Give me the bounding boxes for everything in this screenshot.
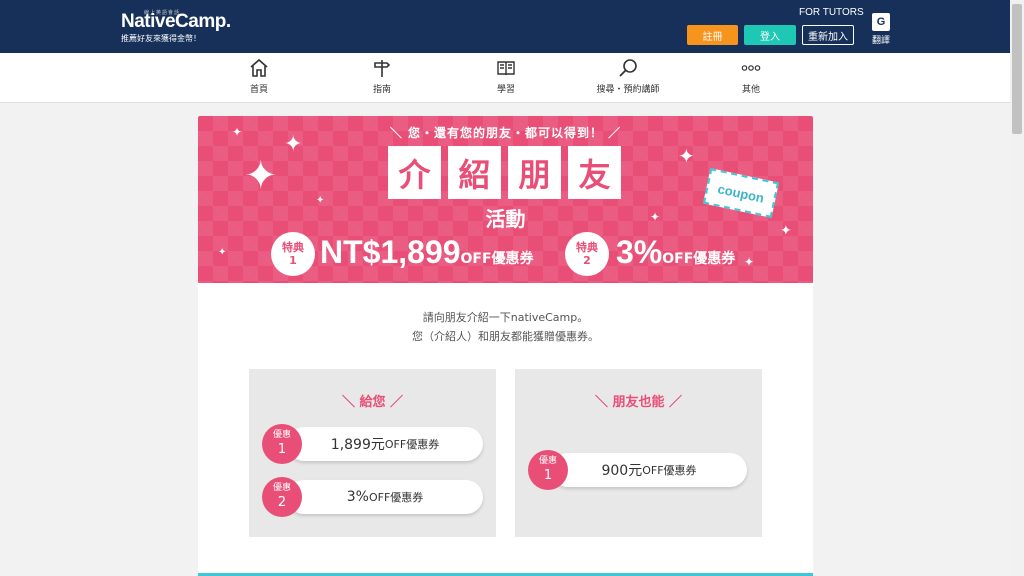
logo-subtitle: 推薦好友來獲得金幣！ xyxy=(121,34,201,43)
benefit-badge-num: 2 xyxy=(277,494,287,510)
perk-value: NT$1,899 xyxy=(320,234,461,270)
benefit-badge-num: 1 xyxy=(277,441,287,457)
benefit-badge-2: 優惠 2 xyxy=(262,477,302,517)
benefit-suffix: OFF優惠券 xyxy=(642,464,697,477)
banner-title-char: 介 xyxy=(388,146,441,199)
nav-item-learn[interactable]: 學習 xyxy=(466,58,546,95)
register-button[interactable]: 註冊 xyxy=(687,25,738,45)
perk-badge-num: 1 xyxy=(289,254,297,267)
banner-headline: ＼ 您・還有您的朋友・都可以得到！ ／ xyxy=(389,126,622,140)
banner-subtitle: 活動 xyxy=(485,207,526,231)
benefit-badge-label: 優惠 xyxy=(272,483,291,494)
banner-title-char: 友 xyxy=(568,146,621,199)
search-icon xyxy=(619,59,637,77)
benefit-value: 1,899元 xyxy=(330,437,385,453)
benefit-badge-num: 1 xyxy=(543,467,553,483)
nav-item-search[interactable]: 搜尋・預約講師 xyxy=(588,58,668,95)
benefit-suffix: OFF優惠券 xyxy=(368,491,424,504)
perk-text-2: 3%OFF優惠券 xyxy=(616,234,735,271)
banner-title: 介 紹 朋 友 xyxy=(388,146,621,199)
panel-title-friend: ＼ 朋友也能 ／ xyxy=(594,395,683,410)
rejoin-button[interactable]: 重新加入 xyxy=(802,25,854,45)
benefit-badge-1: 優惠 1 xyxy=(262,424,302,464)
nav-label-learn: 學習 xyxy=(496,85,515,95)
campaign-banner: ✦ ✦ ✦ ✦ ✦ ✦ ✦ ✦ ✦ ＼ 您・還有您的朋友・都可以得到！ ／ 介 … xyxy=(198,116,813,283)
perk-value: 3% xyxy=(616,234,663,270)
nav-item-guide[interactable]: 指南 xyxy=(342,58,422,95)
translate-label: 翻譯 xyxy=(871,36,890,46)
nav-label-home: 首頁 xyxy=(249,85,268,95)
logo-native: Native xyxy=(121,11,176,32)
sparkle-icon: ✦ xyxy=(244,153,278,199)
benefit-pill-2: 3% OFF優惠券 xyxy=(287,480,483,514)
nav-label-search: 搜尋・預約講師 xyxy=(596,85,660,95)
page-scrollbar[interactable] xyxy=(1010,0,1024,576)
perk-text-1: NT$1,899OFF優惠券 xyxy=(320,234,534,271)
panel-title-you: ＼ 給您 ／ xyxy=(341,395,404,410)
benefit-badge-label: 優惠 xyxy=(538,456,557,467)
logo[interactable]: NativeCamp. xyxy=(121,11,231,33)
benefits-for-you-panel: ＼ 給您 ／ 1,899元 OFF優惠券 優惠 1 3% OFF優惠券 優惠 2 xyxy=(249,369,496,537)
perk-suffix: OFF優惠券 xyxy=(662,251,736,267)
perk-badge-1: 特典 1 xyxy=(271,232,315,276)
friend-benefit-pill-1: 900元 OFF優惠券 xyxy=(551,453,747,487)
home-icon xyxy=(250,58,268,77)
referral-card: ✦ ✦ ✦ ✦ ✦ ✦ ✦ ✦ ✦ ＼ 您・還有您的朋友・都可以得到！ ／ 介 … xyxy=(198,116,813,576)
benefit-value: 3% xyxy=(346,489,369,505)
intro-line-1: 請向朋友介紹一下nativeCamp。 xyxy=(422,311,589,324)
logo-camp: Camp. xyxy=(175,11,231,32)
nav-item-more[interactable]: 其他 xyxy=(711,58,791,95)
login-button[interactable]: 登入 xyxy=(744,25,796,45)
sparkle-icon: ✦ xyxy=(678,144,695,168)
nav-label-more: 其他 xyxy=(741,85,760,95)
perk-badge-2: 特典 2 xyxy=(565,232,609,276)
benefit-badge-label: 優惠 xyxy=(272,430,291,441)
nav-item-home[interactable]: 首頁 xyxy=(219,58,299,95)
benefit-suffix: OFF優惠券 xyxy=(384,438,440,451)
benefit-pill-1: 1,899元 OFF優惠券 xyxy=(287,427,483,461)
sparkle-icon: ✦ xyxy=(744,255,755,269)
for-tutors-link[interactable]: FOR TUTORS xyxy=(799,7,864,18)
benefit-value: 900元 xyxy=(601,463,643,479)
top-header: 線上英語會話 NativeCamp. 推薦好友來獲得金幣！ FOR TUTORS… xyxy=(0,0,1010,53)
intro-line-2: 您（介紹人）和朋友都能獲贈優惠券。 xyxy=(412,330,599,343)
perk-suffix: OFF優惠券 xyxy=(460,251,534,267)
book-icon xyxy=(497,61,515,76)
perk-badge-label: 特典 xyxy=(576,240,598,254)
main-nav: 首頁 指南 學習 搜尋・預約講師 其他 xyxy=(0,53,1010,103)
signpost-icon xyxy=(374,60,391,77)
banner-title-char: 紹 xyxy=(448,146,501,199)
banner-title-char: 朋 xyxy=(508,146,561,199)
translate-button[interactable]: G 翻譯 xyxy=(870,13,892,46)
friend-benefit-badge-1: 優惠 1 xyxy=(528,450,568,490)
referral-intro: 請向朋友介紹一下nativeCamp。 您（介紹人）和朋友都能獲贈優惠券。 xyxy=(198,308,813,346)
more-icon xyxy=(741,65,761,71)
benefits-for-friend-panel: ＼ 朋友也能 ／ 900元 OFF優惠券 優惠 1 xyxy=(515,369,762,537)
nav-label-guide: 指南 xyxy=(372,85,391,95)
perk-badge-label: 特典 xyxy=(282,240,304,254)
translate-icon: G xyxy=(872,13,890,31)
sparkle-icon: ✦ xyxy=(218,247,227,258)
scrollbar-thumb[interactable] xyxy=(1012,4,1022,134)
perk-badge-num: 2 xyxy=(583,254,591,267)
